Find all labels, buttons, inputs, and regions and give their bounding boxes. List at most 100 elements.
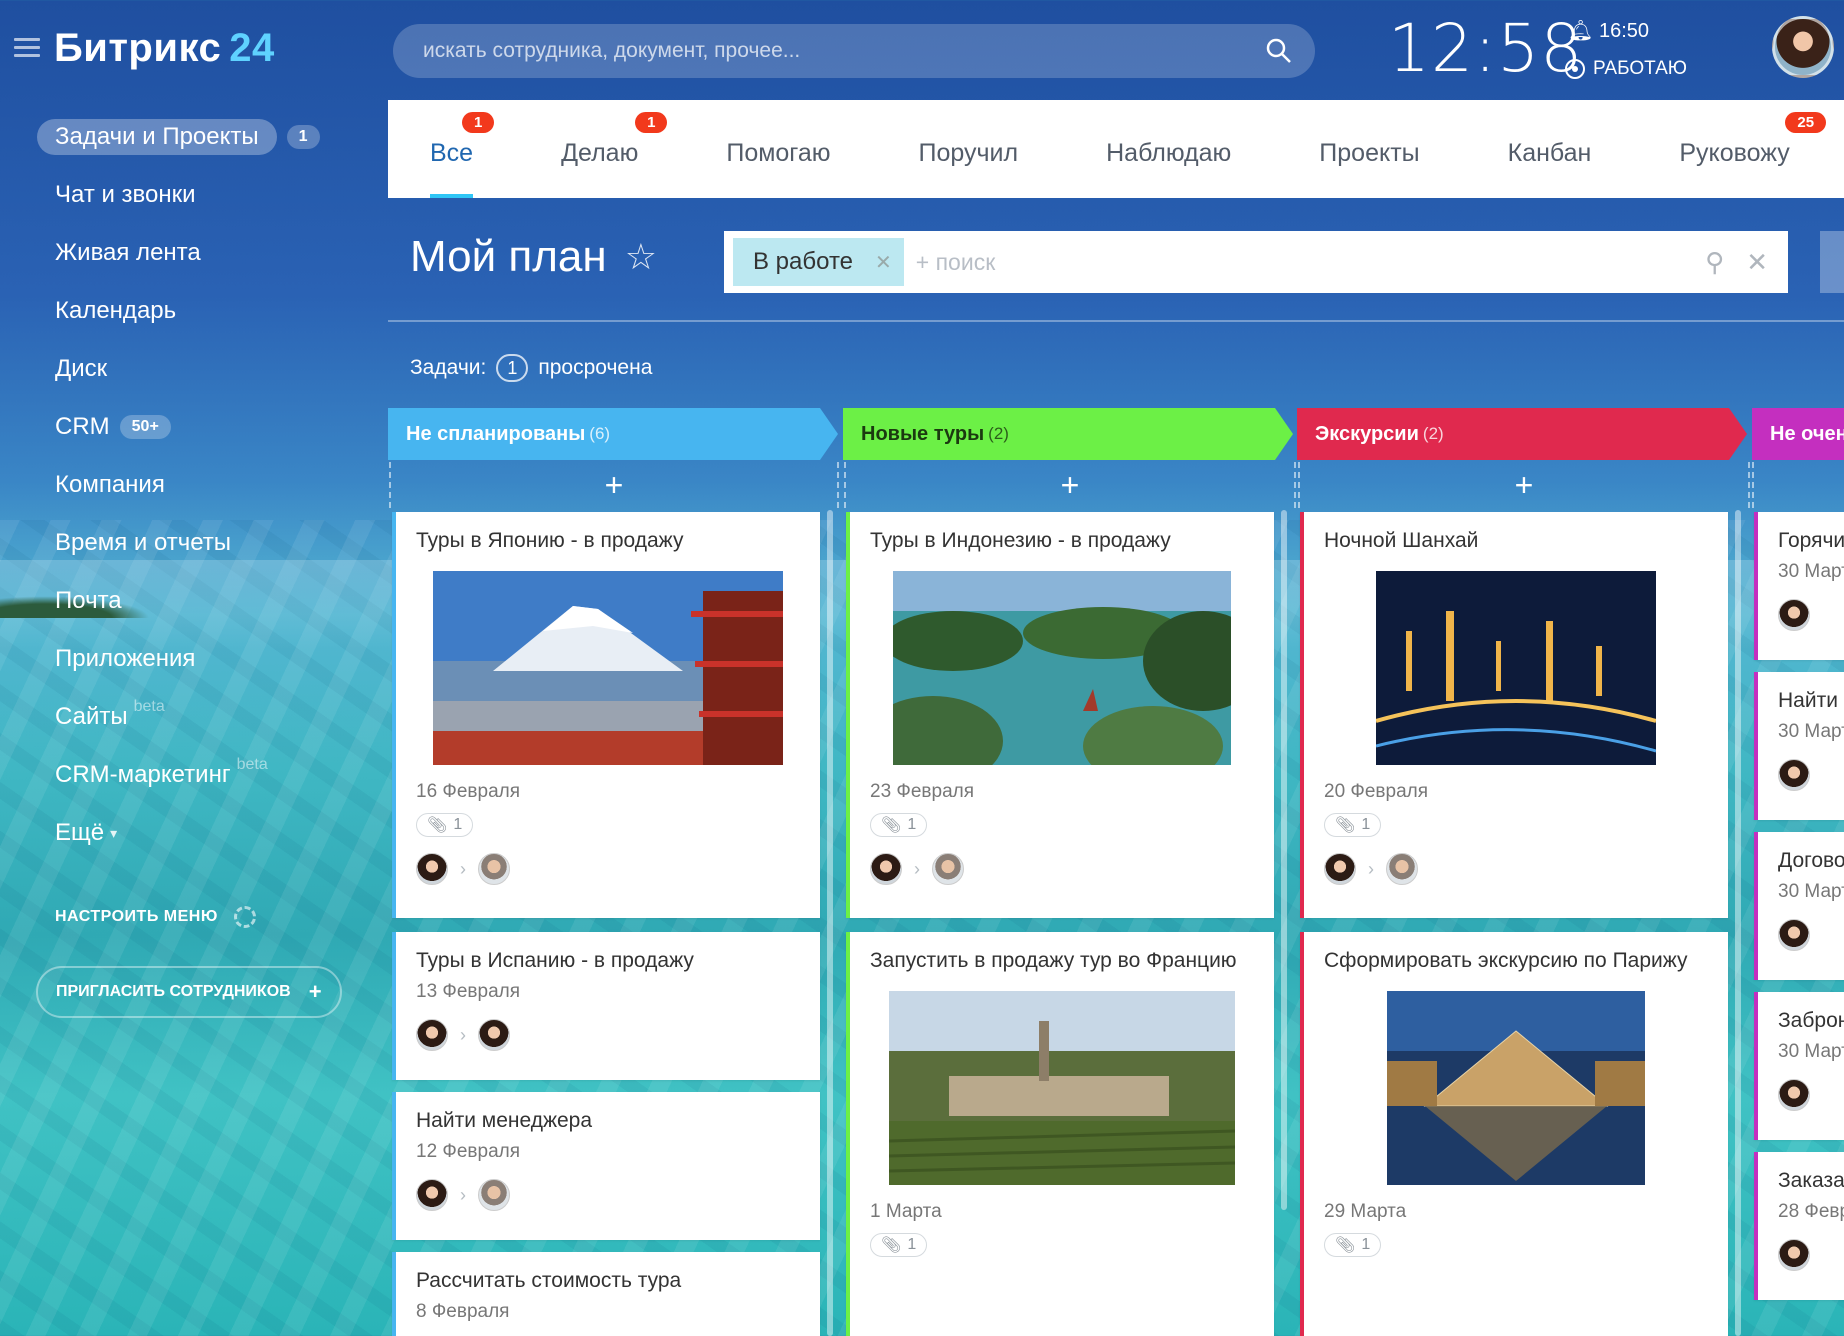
task-card[interactable]: Ночной Шанхай 20 Февраля 📎︎ 1 › — [1300, 512, 1728, 918]
task-card[interactable]: Запустить в продажу тур во Францию 1 Мар… — [846, 932, 1274, 1336]
sidebar-item-mail[interactable]: Почта — [0, 572, 380, 630]
column-scrollbar[interactable] — [1281, 510, 1287, 1210]
tab-all[interactable]: Все 1 — [430, 100, 495, 198]
hamburger-menu-icon[interactable] — [14, 38, 40, 58]
close-icon[interactable]: ✕ — [875, 250, 892, 275]
sidebar-item-sites[interactable]: Сайты beta — [0, 688, 380, 746]
card-title: Рассчитать стоимость тура — [416, 1269, 682, 1292]
card-people — [1778, 919, 1844, 951]
configure-menu-button[interactable]: НАСТРОИТЬ МЕНЮ — [55, 906, 256, 928]
column-scrollbar[interactable] — [1735, 510, 1741, 1336]
attachment-count[interactable]: 📎︎ 1 — [1324, 813, 1382, 837]
add-task-button[interactable]: + — [1298, 462, 1750, 508]
task-card[interactable]: Заброн 30 Март — [1754, 992, 1844, 1140]
invite-employees-button[interactable]: ПРИГЛАСИТЬ СОТРУДНИКОВ + — [36, 966, 342, 1018]
attachment-count[interactable]: 📎︎ 1 — [870, 813, 928, 837]
sidebar-item-crm-marketing[interactable]: CRM-маркетинг beta — [0, 746, 380, 804]
tab-helping[interactable]: Помогаю — [726, 100, 830, 198]
avatar[interactable] — [478, 1179, 510, 1211]
sidebar-item-feed[interactable]: Живая лента — [0, 224, 380, 282]
alarm-time[interactable]: 🔔︎ 16:50 — [1568, 18, 1649, 43]
avatar[interactable] — [1778, 1079, 1810, 1111]
sidebar-item-crm[interactable]: CRM 50+ — [0, 398, 380, 456]
avatar[interactable] — [478, 853, 510, 885]
attachment-number: 1 — [453, 816, 463, 833]
global-search[interactable] — [393, 24, 1315, 78]
task-card[interactable]: Найти 30 Март — [1754, 672, 1844, 820]
sidebar-item-time[interactable]: Время и отчеты — [0, 514, 380, 572]
task-card[interactable]: Найти менеджера 12 Февраля › — [392, 1092, 820, 1240]
work-status[interactable]: РАБОТАЮ — [1565, 58, 1687, 80]
avatar[interactable] — [416, 853, 448, 885]
sidebar-item-company[interactable]: Компания — [0, 456, 380, 514]
task-card[interactable]: Заказа 28 Февр — [1754, 1152, 1844, 1300]
card-image — [1387, 991, 1645, 1185]
column-header-unplanned[interactable]: Не спланированы (6) — [388, 408, 838, 460]
card-date: 29 Марта — [1324, 1201, 1407, 1222]
card-date: 1 Марта — [870, 1201, 942, 1222]
overdue-count[interactable]: 1 — [496, 354, 529, 382]
column-header-excursions[interactable]: Экскурсии (2) — [1297, 408, 1747, 460]
avatar[interactable] — [478, 1019, 510, 1051]
avatar[interactable] — [1324, 853, 1356, 885]
task-card[interactable]: Догово 30 Март — [1754, 832, 1844, 980]
configure-menu-label: НАСТРОИТЬ МЕНЮ — [55, 908, 218, 925]
tab-assigned[interactable]: Поручил — [919, 100, 1019, 198]
column-count: (2) — [1422, 424, 1444, 443]
user-avatar[interactable] — [1772, 16, 1834, 78]
tab-watching[interactable]: Наблюдаю — [1106, 100, 1231, 198]
sidebar-item-disk[interactable]: Диск — [0, 340, 380, 398]
sidebar-item-tasks[interactable]: Задачи и Проекты 1 — [0, 108, 380, 166]
tab-label: Канбан — [1507, 138, 1592, 167]
sidebar-item-apps[interactable]: Приложения — [0, 630, 380, 688]
chevron-down-icon: ▾ — [110, 824, 118, 841]
invite-label: ПРИГЛАСИТЬ СОТРУДНИКОВ — [56, 983, 291, 1000]
avatar[interactable] — [1778, 919, 1810, 951]
search-icon[interactable]: ⚲ — [1705, 247, 1724, 278]
task-card[interactable]: Туры в Испанию - в продажу 13 Февраля › — [392, 932, 820, 1080]
filter-chip[interactable]: В работе ✕ — [733, 238, 904, 286]
avatar[interactable] — [1778, 759, 1810, 791]
settings-button[interactable] — [1820, 231, 1844, 293]
card-title: Догово — [1778, 849, 1844, 872]
tab-doing[interactable]: Делаю 1 — [561, 100, 668, 198]
app-logo[interactable]: Битрикс 24 — [54, 26, 275, 71]
attachment-count[interactable]: 📎︎ 1 — [416, 813, 474, 837]
card-people — [1778, 759, 1844, 791]
add-task-button[interactable] — [1752, 462, 1844, 508]
search-icon[interactable] — [1265, 37, 1293, 65]
avatar[interactable] — [416, 1019, 448, 1051]
task-card[interactable]: Горячи 30 Март — [1754, 512, 1844, 660]
attachment-count[interactable]: 📎︎ 1 — [1324, 1233, 1382, 1257]
avatar[interactable] — [416, 1179, 448, 1211]
close-icon[interactable]: ✕ — [1746, 247, 1768, 278]
avatar[interactable] — [1778, 1239, 1810, 1271]
avatar[interactable] — [1778, 599, 1810, 631]
avatar[interactable] — [932, 853, 964, 885]
task-card[interactable]: Сформировать экскурсию по Парижу 29 Март… — [1300, 932, 1728, 1336]
overdue-label[interactable]: просрочена — [538, 356, 652, 380]
task-card[interactable]: Туры в Индонезию - в продажу 23 Февраля … — [846, 512, 1274, 918]
card-title: Найти менеджера — [416, 1109, 593, 1132]
tab-supervising[interactable]: Руковожу 25 — [1679, 100, 1827, 198]
attachment-count[interactable]: 📎︎ 1 — [870, 1233, 928, 1257]
column-scrollbar[interactable] — [827, 510, 833, 1336]
tab-projects[interactable]: Проекты — [1319, 100, 1419, 198]
star-icon[interactable]: ☆ — [625, 236, 657, 278]
column-header-4[interactable]: Не очен — [1752, 408, 1844, 460]
search-input[interactable] — [393, 24, 1213, 78]
tab-kanban[interactable]: Канбан — [1508, 100, 1592, 198]
column-count: (6) — [589, 424, 611, 443]
task-card[interactable]: Туры в Японию - в продажу 16 Февраля 📎︎ 1… — [392, 512, 820, 918]
add-task-button[interactable]: + — [844, 462, 1296, 508]
add-task-button[interactable]: + — [389, 462, 839, 508]
task-card[interactable]: Рассчитать стоимость тура 8 Февраля — [392, 1252, 820, 1336]
avatar[interactable] — [870, 853, 902, 885]
column-header-new-tours[interactable]: Новые туры (2) — [843, 408, 1293, 460]
sidebar-item-more[interactable]: Ещё ▾ — [0, 804, 380, 862]
sidebar-item-chat[interactable]: Чат и звонки — [0, 166, 380, 224]
filter-search-input[interactable] — [915, 248, 1616, 276]
sidebar-item-calendar[interactable]: Календарь — [0, 282, 380, 340]
avatar[interactable] — [1386, 853, 1418, 885]
card-date: 30 Март — [1778, 561, 1844, 582]
